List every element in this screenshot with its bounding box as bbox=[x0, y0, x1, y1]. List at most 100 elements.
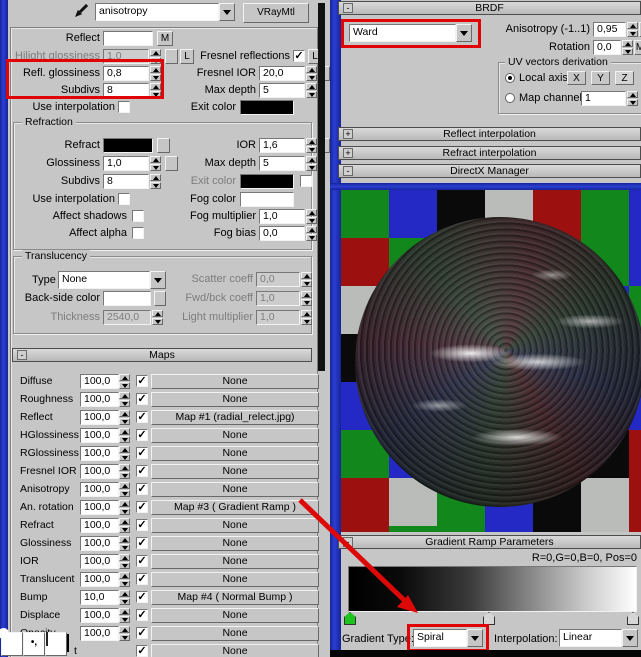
map-amount-spinner[interactable] bbox=[119, 464, 130, 479]
map-amount-input[interactable]: 100,0 bbox=[80, 428, 119, 443]
max-depth-spinner[interactable] bbox=[306, 83, 317, 98]
affect-shadows-checkbox[interactable] bbox=[132, 210, 144, 222]
fog-multiplier-spinner[interactable] bbox=[306, 209, 317, 224]
map-enable-checkbox[interactable]: ✓ bbox=[136, 573, 148, 585]
map-amount-spinner[interactable] bbox=[119, 518, 130, 533]
subdivs-spinner[interactable] bbox=[150, 83, 161, 98]
fwd-bck-coeff-spinner[interactable] bbox=[301, 291, 312, 306]
map-amount-input[interactable]: 100,0 bbox=[80, 482, 119, 497]
ior-spinner[interactable] bbox=[306, 138, 317, 153]
refl-glossiness-spinner[interactable] bbox=[150, 66, 161, 81]
map-amount-input[interactable]: 100,0 bbox=[80, 392, 119, 407]
map-amount-spinner[interactable] bbox=[119, 572, 130, 587]
map-amount-input[interactable]: 100,0 bbox=[80, 464, 119, 479]
map-amount-spinner[interactable] bbox=[119, 590, 130, 605]
back-side-color-swatch[interactable] bbox=[103, 291, 151, 306]
hilight-glossiness-input[interactable]: 1,0 bbox=[103, 49, 149, 64]
refr-max-depth-input[interactable]: 5 bbox=[259, 156, 305, 171]
gradient-type-dropdown[interactable]: Spiral bbox=[413, 629, 483, 647]
map-amount-input[interactable]: 100,0 bbox=[80, 500, 119, 515]
map-enable-checkbox[interactable]: ✓ bbox=[136, 375, 148, 387]
fog-color-swatch[interactable] bbox=[240, 192, 294, 207]
axis-z-button[interactable]: Z bbox=[615, 71, 634, 85]
exit-color-swatch[interactable] bbox=[240, 100, 294, 115]
fog-bias-spinner[interactable] bbox=[306, 226, 317, 241]
map-slot-button[interactable]: None bbox=[151, 482, 319, 497]
map-amount-input[interactable]: 100,0 bbox=[80, 626, 119, 641]
light-multiplier-spinner[interactable] bbox=[301, 310, 312, 325]
color-picker-icon[interactable] bbox=[70, 2, 90, 22]
map-slot-button[interactable]: None bbox=[151, 572, 319, 587]
refract-interpolation-rollout[interactable]: + Refract interpolation bbox=[338, 146, 641, 160]
map-amount-input[interactable]: 100,0 bbox=[80, 374, 119, 389]
local-axis-radio[interactable] bbox=[505, 73, 515, 83]
map-amount-spinner[interactable] bbox=[119, 392, 130, 407]
map-amount-spinner[interactable] bbox=[119, 428, 130, 443]
ior-input[interactable]: 1,6 bbox=[259, 138, 305, 153]
map-enable-checkbox[interactable]: ✓ bbox=[136, 393, 148, 405]
refr-glossiness-input[interactable]: 1,0 bbox=[103, 156, 149, 171]
map-slot-button[interactable]: None bbox=[151, 392, 319, 407]
light-multiplier-input[interactable]: 1,0 bbox=[256, 310, 300, 325]
brdf-type-dropdown[interactable]: Ward bbox=[349, 24, 472, 42]
map-slot-button[interactable]: None bbox=[151, 644, 319, 657]
map-slot-button[interactable]: Map #3 ( Gradient Ramp ) bbox=[151, 500, 319, 515]
map-enable-checkbox[interactable]: ✓ bbox=[136, 609, 148, 621]
chevron-down-icon[interactable] bbox=[622, 629, 638, 647]
axis-x-button[interactable]: X bbox=[567, 71, 586, 85]
brdf-rotation-map-button[interactable]: M bbox=[634, 40, 641, 55]
chevron-down-icon[interactable] bbox=[467, 629, 483, 647]
gradient-flag-mid[interactable] bbox=[483, 612, 495, 625]
subdivs-input[interactable]: 8 bbox=[103, 83, 149, 98]
collapse-icon[interactable]: - bbox=[17, 350, 27, 360]
map-amount-input[interactable]: 100,0 bbox=[80, 446, 119, 461]
hilight-glossiness-blank-button[interactable] bbox=[165, 49, 178, 64]
map-amount-input[interactable]: 100,0 bbox=[80, 554, 119, 569]
expand-icon[interactable]: + bbox=[343, 129, 353, 139]
map-enable-checkbox[interactable]: ✓ bbox=[136, 411, 148, 423]
panel-scrollbar[interactable] bbox=[318, 3, 325, 371]
fresnel-ior-input[interactable]: 20,0 bbox=[259, 66, 305, 81]
map-enable-checkbox[interactable]: ✓ bbox=[136, 645, 148, 657]
refr-exit-color-checkbox[interactable] bbox=[300, 175, 312, 187]
map-amount-spinner[interactable] bbox=[119, 554, 130, 569]
fog-bias-input[interactable]: 0,0 bbox=[259, 226, 305, 241]
collapse-icon[interactable]: - bbox=[343, 166, 353, 176]
map-amount-spinner[interactable] bbox=[119, 410, 130, 425]
map-amount-input[interactable]: 100,0 bbox=[80, 572, 119, 587]
map-slot-button[interactable]: None bbox=[151, 554, 319, 569]
refr-glossiness-blank-button[interactable] bbox=[165, 156, 178, 171]
map-enable-checkbox[interactable]: ✓ bbox=[136, 519, 148, 531]
collapse-icon[interactable]: - bbox=[343, 3, 353, 13]
fwd-bck-coeff-input[interactable]: 1,0 bbox=[256, 291, 300, 306]
brdf-rotation-spinner[interactable] bbox=[622, 40, 633, 55]
map-slot-button[interactable]: None bbox=[151, 428, 319, 443]
translucency-type-dropdown[interactable]: None bbox=[58, 271, 166, 289]
use-interpolation-checkbox[interactable] bbox=[118, 101, 130, 113]
map-amount-spinner[interactable] bbox=[119, 608, 130, 623]
thickness-input[interactable]: 2540,0 bbox=[103, 310, 151, 325]
map-enable-checkbox[interactable]: ✓ bbox=[136, 537, 148, 549]
map-enable-checkbox[interactable]: ✓ bbox=[136, 501, 148, 513]
back-side-blank-button[interactable] bbox=[154, 291, 166, 306]
gradient-ramp-bar[interactable] bbox=[348, 566, 637, 612]
directx-manager-rollout[interactable]: - DirectX Manager bbox=[338, 164, 641, 178]
scatter-coeff-input[interactable]: 0,0 bbox=[256, 272, 300, 287]
map-channel-radio[interactable] bbox=[505, 93, 515, 103]
brdf-anisotropy-input[interactable]: 0,95 bbox=[593, 22, 626, 37]
refr-glossiness-spinner[interactable] bbox=[150, 156, 161, 171]
map-amount-input[interactable]: 100,0 bbox=[80, 536, 119, 551]
affect-alpha-checkbox[interactable] bbox=[132, 227, 144, 239]
map-enable-checkbox[interactable]: ✓ bbox=[136, 591, 148, 603]
brdf-rotation-input[interactable]: 0,0 bbox=[593, 40, 621, 55]
map-channel-input[interactable]: 1 bbox=[581, 91, 626, 106]
refr-subdivs-input[interactable]: 8 bbox=[103, 174, 149, 189]
chevron-down-icon[interactable] bbox=[456, 24, 472, 42]
gradient-flag-start[interactable] bbox=[344, 612, 356, 625]
map-channel-spinner[interactable] bbox=[627, 91, 638, 106]
map-amount-spinner[interactable] bbox=[119, 626, 130, 641]
map-amount-spinner[interactable] bbox=[119, 500, 130, 515]
reflect-color-swatch[interactable] bbox=[103, 31, 153, 46]
map-amount-input[interactable]: 10,0 bbox=[80, 590, 119, 605]
material-name-dropdown[interactable]: anisotropy bbox=[95, 3, 235, 21]
